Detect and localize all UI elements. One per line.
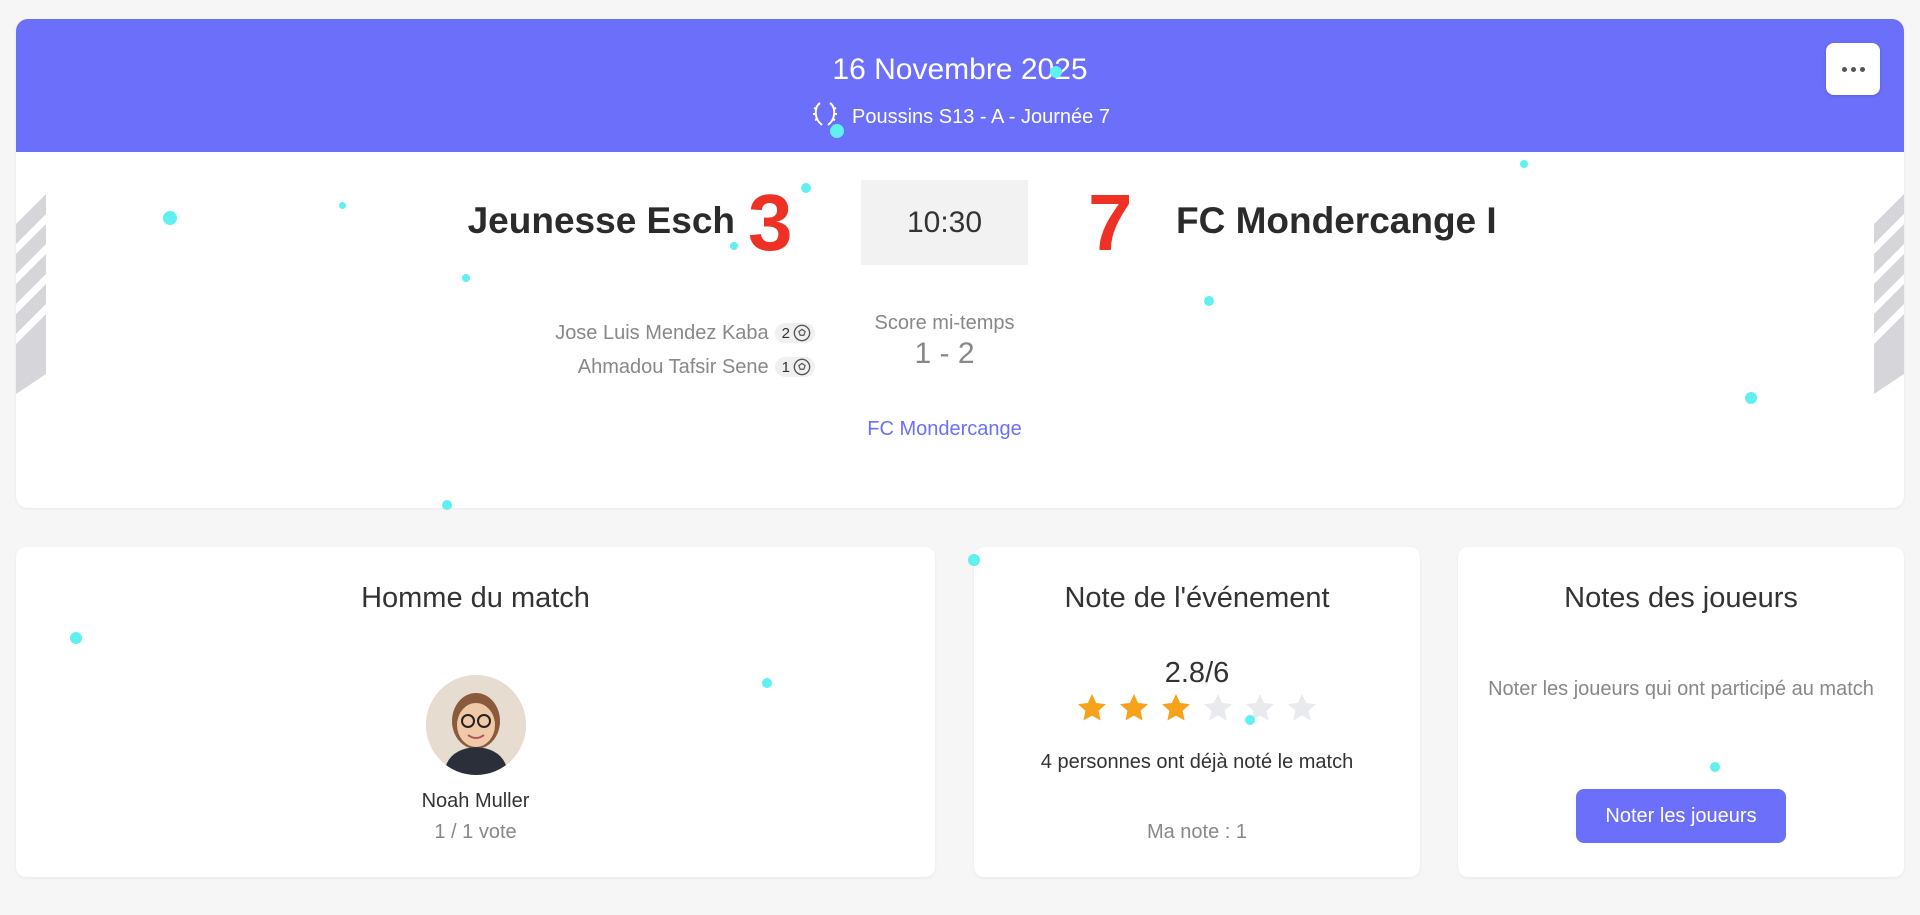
panel-title: Notes des joueurs bbox=[1564, 582, 1798, 614]
home-scorers: Jose Luis Mendez Kaba 2 Ahmadou Tafsir S… bbox=[555, 316, 815, 384]
match-date: 16 Novembre 2025 bbox=[832, 53, 1088, 86]
scorer-row: Jose Luis Mendez Kaba 2 bbox=[555, 316, 815, 350]
competition-line: Poussins S13 - A - Journée 7 bbox=[16, 99, 1904, 135]
more-icon bbox=[1841, 66, 1847, 72]
more-options-button[interactable] bbox=[1826, 43, 1880, 95]
goal-count: 2 bbox=[781, 324, 790, 342]
rating-value: 2.8/6 bbox=[1164, 657, 1230, 689]
left-stripes-decoration bbox=[16, 194, 46, 394]
more-icon-dot bbox=[1850, 66, 1856, 72]
star-rating[interactable] bbox=[974, 692, 1420, 724]
home-score: 3 bbox=[748, 178, 793, 267]
kickoff-time: 10:30 bbox=[861, 180, 1028, 265]
player-ratings-description: Noter les joueurs qui ont participé au m… bbox=[1488, 678, 1874, 700]
event-rating-panel: Note de l'événement 2.8/6 4 personnes on… bbox=[974, 547, 1420, 877]
confetti-dot bbox=[801, 183, 811, 193]
halftime-label: Score mi-temps bbox=[874, 312, 1015, 334]
confetti-dot bbox=[1710, 762, 1720, 772]
away-score: 7 bbox=[1088, 178, 1133, 267]
goal-count-badge: 2 bbox=[774, 323, 815, 343]
goal-count: 1 bbox=[781, 358, 790, 376]
player-ratings-panel: Notes des joueurs Noter les joueurs qui … bbox=[1458, 547, 1904, 877]
confetti-dot bbox=[1204, 296, 1214, 306]
rating-count: 4 personnes ont déjà noté le match bbox=[1040, 751, 1354, 773]
star-filled-icon[interactable] bbox=[1076, 692, 1108, 724]
halftime-value: 1 - 2 bbox=[914, 337, 975, 370]
motm-player-name[interactable]: Noah Muller bbox=[16, 790, 935, 813]
confetti-dot bbox=[70, 632, 82, 644]
panel-title: Homme du match bbox=[361, 582, 590, 614]
confetti-dot bbox=[339, 202, 346, 209]
confetti-dot bbox=[442, 500, 452, 510]
confetti-dot bbox=[1050, 66, 1062, 78]
man-of-the-match-panel: Homme du match Noah Muller 1 / 1 vote bbox=[16, 547, 935, 877]
scorer-name: Ahmadou Tafsir Sene bbox=[577, 355, 769, 378]
confetti-dot bbox=[1245, 715, 1255, 725]
right-stripes-decoration bbox=[1874, 194, 1904, 394]
motm-votes: 1 / 1 vote bbox=[434, 821, 517, 843]
confetti-dot bbox=[163, 211, 177, 225]
star-filled-icon[interactable] bbox=[1160, 692, 1192, 724]
venue-link[interactable]: FC Mondercange bbox=[861, 418, 1028, 441]
scorer-row: Ahmadou Tafsir Sene 1 bbox=[555, 350, 815, 384]
home-team-name[interactable]: Jeunesse Esch bbox=[468, 200, 735, 242]
panel-title: Note de l'événement bbox=[1064, 582, 1330, 614]
match-header: 16 Novembre 2025 Poussins S13 - A - Jour… bbox=[16, 19, 1904, 152]
star-empty-icon[interactable] bbox=[1286, 692, 1318, 724]
confetti-dot bbox=[462, 274, 470, 282]
competition-name: Poussins S13 - A - Journée 7 bbox=[852, 105, 1110, 128]
soccer-ball-icon bbox=[793, 324, 811, 342]
star-filled-icon[interactable] bbox=[1118, 692, 1150, 724]
confetti-dot bbox=[1745, 392, 1757, 404]
confetti-dot bbox=[762, 678, 772, 688]
confetti-dot bbox=[730, 242, 738, 250]
avatar[interactable] bbox=[426, 675, 526, 775]
star-empty-icon[interactable] bbox=[1202, 692, 1234, 724]
confetti-dot bbox=[830, 124, 844, 138]
soccer-ball-icon bbox=[793, 358, 811, 376]
scorer-name: Jose Luis Mendez Kaba bbox=[555, 321, 769, 344]
confetti-dot bbox=[1520, 160, 1528, 168]
more-icon-dot bbox=[1859, 66, 1865, 72]
confetti-dot bbox=[968, 554, 980, 566]
goal-count-badge: 1 bbox=[774, 357, 815, 377]
rate-players-button[interactable]: Noter les joueurs bbox=[1576, 789, 1786, 843]
my-rating: Ma note : 1 bbox=[1146, 821, 1248, 843]
halftime-score: Score mi-temps 1 - 2 bbox=[861, 312, 1028, 371]
away-team-name[interactable]: FC Mondercange I bbox=[1176, 200, 1497, 242]
